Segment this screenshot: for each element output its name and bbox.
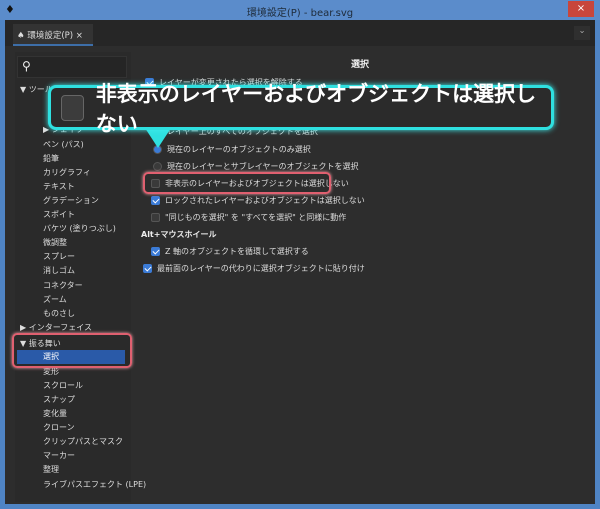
checkbox-option[interactable]: ロックされたレイヤーおよびオブジェクトは選択しない xyxy=(151,195,365,206)
tree-item[interactable]: ▶ インターフェイス xyxy=(20,322,92,333)
search-input[interactable]: ⚲ xyxy=(17,56,127,78)
checkbox-option[interactable]: "同じものを選択" を "すべてを選択" と同様に動作 xyxy=(151,212,346,223)
radio-option[interactable]: 現在のレイヤーとサブレイヤーのオブジェクトを選択 xyxy=(153,161,359,172)
tree-item[interactable]: スクロール xyxy=(43,380,83,391)
tree-item[interactable]: ものさし xyxy=(43,308,75,319)
tree-item[interactable]: ライブパスエフェクト (LPE) xyxy=(43,479,146,490)
option-label: Z 軸のオブジェクトを循環して選択する xyxy=(165,247,309,256)
page-title: 選択 xyxy=(350,60,369,70)
tree-item[interactable]: スプレー xyxy=(43,251,75,262)
tree-item[interactable]: スポイト xyxy=(43,209,75,220)
tree-item[interactable]: スナップ xyxy=(43,394,75,405)
checkbox-icon[interactable] xyxy=(143,264,152,273)
radio-icon[interactable] xyxy=(153,162,162,171)
chevron-down-icon[interactable]: ⌄ xyxy=(574,26,590,40)
close-button[interactable]: × xyxy=(568,1,594,17)
tree-item[interactable]: クローン xyxy=(43,422,75,433)
tree-item[interactable]: バケツ (塗りつぶし) xyxy=(43,223,116,234)
option-label: 最前面のレイヤーの代わりに選択オブジェクトに貼り付け xyxy=(157,264,365,273)
tree-item[interactable]: 変化量 xyxy=(43,408,67,419)
tree-item[interactable]: テキスト xyxy=(43,181,75,192)
tree-item[interactable]: グラデーション xyxy=(43,195,99,206)
tree-item[interactable]: コネクター xyxy=(43,280,83,291)
tree-item[interactable]: カリグラフィ xyxy=(43,167,91,178)
callout-label: 非表示のレイヤーおよびオブジェクトは選択しない xyxy=(95,81,537,136)
tab-label: 環境設定(P) xyxy=(27,31,74,41)
radio-option[interactable]: 現在のレイヤーのオブジェクトのみ選択 xyxy=(153,144,311,155)
tab-close-icon[interactable]: × xyxy=(76,31,83,41)
checkbox-icon xyxy=(61,94,84,121)
checkbox-option[interactable]: 最前面のレイヤーの代わりに選択オブジェクトに貼り付け xyxy=(143,263,365,274)
window-title: 環境設定(P) - bear.svg xyxy=(246,8,354,19)
tab-preferences[interactable]: ♠ 環境設定(P) × xyxy=(13,24,93,46)
checkbox-option[interactable]: Z 軸のオブジェクトを循環して選択する xyxy=(151,246,309,257)
tree-item[interactable]: ズーム xyxy=(43,294,67,305)
annotation-highlight-tree xyxy=(12,333,132,368)
tree-item[interactable]: 消しゴム xyxy=(43,265,75,276)
callout: 非表示のレイヤーおよびオブジェクトは選択しない xyxy=(48,82,554,136)
tree-item[interactable]: マーカー xyxy=(43,450,75,461)
annotation-highlight xyxy=(143,172,331,194)
search-icon: ⚲ xyxy=(22,59,31,73)
checkbox-icon[interactable] xyxy=(151,213,160,222)
option-label: ロックされたレイヤーおよびオブジェクトは選択しない xyxy=(165,196,365,205)
checkbox-icon[interactable] xyxy=(151,247,160,256)
checkbox-icon[interactable] xyxy=(151,196,160,205)
inkscape-icon: ♠ xyxy=(17,31,25,41)
option-label: "同じものを選択" を "すべてを選択" と同様に動作 xyxy=(165,213,347,222)
tab-bar xyxy=(5,20,595,46)
section-alt-mousewheel: Alt+マウスホイール xyxy=(141,230,217,239)
option-label: 現在のレイヤーとサブレイヤーのオブジェクトを選択 xyxy=(167,162,359,171)
tree-item[interactable]: クリップパスとマスク xyxy=(43,436,123,447)
tree-item[interactable]: 鉛筆 xyxy=(43,153,59,164)
tree-item[interactable]: ペン (パス) xyxy=(43,139,84,150)
tree-item[interactable]: 微調整 xyxy=(43,237,67,248)
option-label: 現在のレイヤーのオブジェクトのみ選択 xyxy=(167,145,311,154)
tree-item[interactable]: 整理 xyxy=(43,464,59,475)
